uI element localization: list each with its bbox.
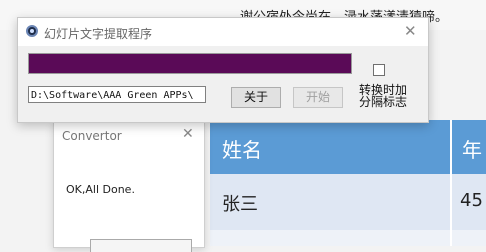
table-header-row: 姓名 年 (210, 120, 486, 174)
progress-fill (29, 54, 351, 73)
convertor-dialog: Convertor ✕ OK,All Done. (53, 120, 205, 252)
table-column-separator (450, 120, 452, 246)
table-row (210, 230, 486, 246)
start-button[interactable]: 开始 (293, 87, 343, 108)
close-icon[interactable]: ✕ (404, 22, 417, 40)
table-row: 张三 45 (210, 174, 486, 230)
table-header-cell: 姓名 (222, 138, 262, 162)
window-title: 幻灯片文字提取程序 (44, 27, 153, 41)
table-cell: 45 (460, 190, 483, 211)
convertor-message: OK,All Done. (66, 183, 135, 196)
background-table: 姓名 年 张三 45 (210, 120, 486, 246)
convertor-close-icon[interactable]: ✕ (182, 126, 194, 142)
title-bar: 幻灯片文字提取程序 ✕ (18, 18, 428, 46)
separator-option-label: 转换时加 分隔标志 (359, 84, 407, 108)
app-icon (26, 25, 38, 37)
about-button[interactable]: 关于 (231, 87, 281, 108)
table-header-cell: 年 (462, 138, 482, 162)
separator-checkbox[interactable] (373, 64, 385, 76)
extractor-window: 幻灯片文字提取程序 ✕ D:\Software\AAA Green APPs\ … (17, 17, 429, 123)
table-cell: 张三 (222, 194, 258, 215)
separator-label-line2: 分隔标志 (359, 95, 408, 109)
progress-bar (28, 53, 352, 74)
path-input[interactable]: D:\Software\AAA Green APPs\ (28, 86, 206, 103)
convertor-title: Convertor (62, 129, 122, 143)
